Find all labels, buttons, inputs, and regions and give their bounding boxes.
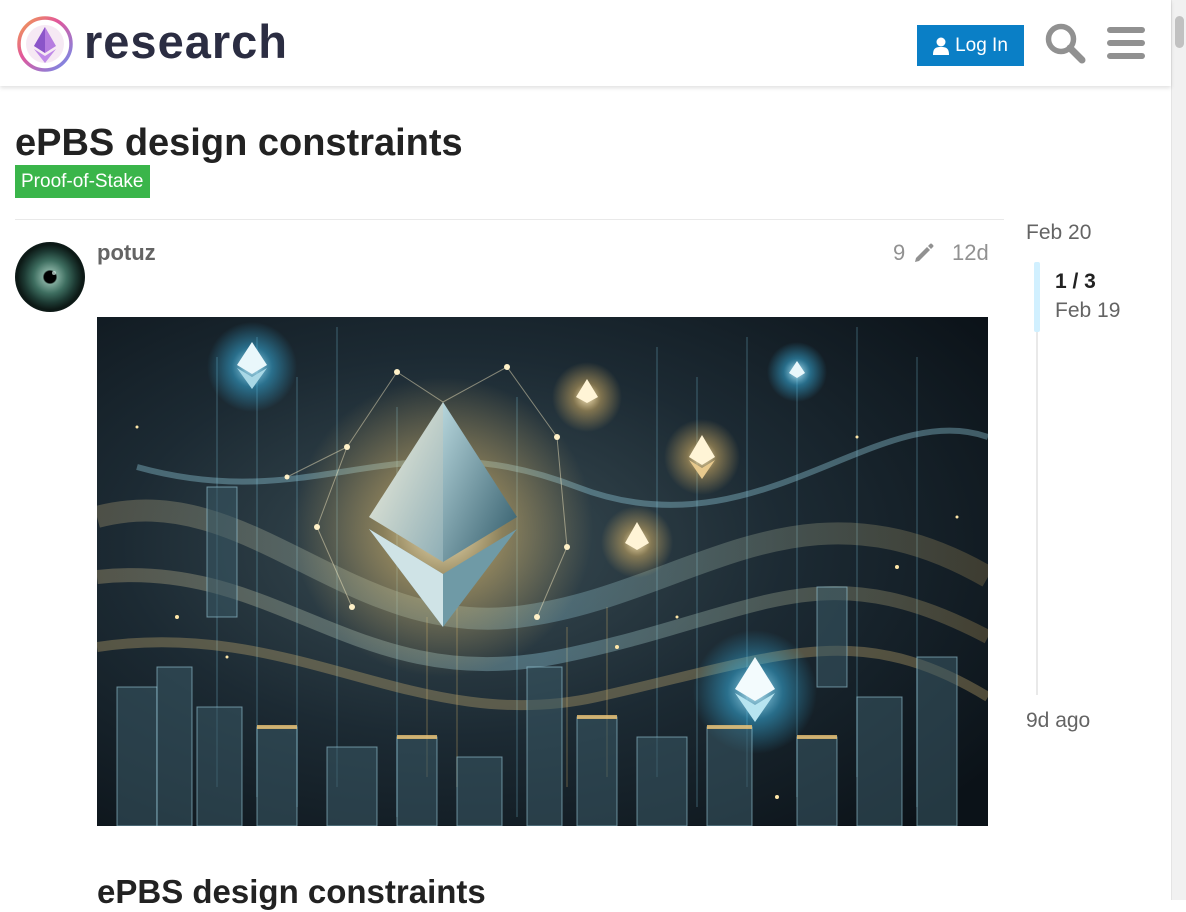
post-date[interactable]: 12d — [952, 240, 989, 266]
site-name[interactable]: research — [84, 14, 288, 70]
post-image[interactable] — [97, 317, 988, 826]
page-scrollbar[interactable] — [1171, 0, 1186, 900]
avatar[interactable] — [15, 242, 85, 312]
login-button[interactable]: Log In — [917, 25, 1024, 66]
hamburger-menu-icon[interactable] — [1107, 25, 1145, 61]
topic-title[interactable]: ePBS design constraints — [15, 121, 463, 165]
post-author[interactable]: potuz — [97, 240, 156, 266]
timeline-position: 1 / 3 — [1055, 270, 1096, 293]
timeline-start-date[interactable]: Feb 20 — [1026, 221, 1091, 245]
login-label: Log In — [955, 34, 1008, 56]
research-logo-icon[interactable] — [16, 15, 74, 73]
site-header: research Log In — [0, 0, 1171, 86]
scrollbar-thumb[interactable] — [1175, 16, 1184, 48]
category-badge[interactable]: Proof-of-Stake — [15, 165, 150, 198]
timeline-current-date: Feb 19 — [1055, 299, 1121, 322]
post-heading: ePBS design constraints — [97, 873, 486, 910]
title-divider — [15, 219, 1004, 220]
user-icon — [933, 37, 950, 55]
pencil-icon — [915, 243, 934, 262]
search-icon[interactable] — [1044, 22, 1086, 64]
timeline-last-activity[interactable]: 9d ago — [1026, 709, 1090, 733]
timeline-handle[interactable] — [1034, 262, 1040, 332]
edit-count: 9 — [893, 240, 906, 265]
edit-history-button[interactable]: 9 — [893, 240, 935, 266]
